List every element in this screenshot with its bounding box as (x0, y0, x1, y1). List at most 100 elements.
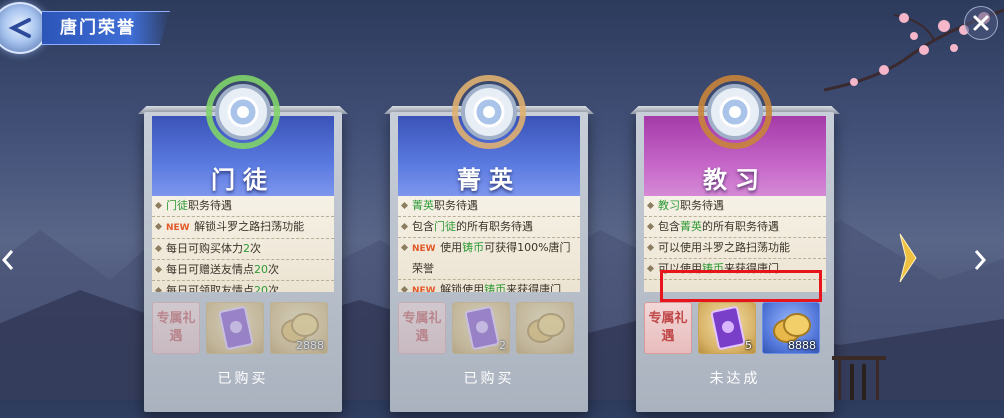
reward-row: 专属礼遇 2888 (152, 302, 334, 358)
bullet-diamond-icon (400, 285, 409, 292)
reward-quantity: 2 (499, 339, 506, 352)
perk-text-suffix: 职务待遇 (434, 199, 478, 212)
page-title: 唐门荣誉 (42, 11, 170, 45)
perk-item: 教习职务待遇 (644, 196, 826, 217)
perk-text-suffix: 职务待遇 (188, 199, 232, 212)
rank-card-instructor[interactable]: 教习 教习职务待遇 包含菁英的所有职务待遇 可以使用斗罗之路扫荡功能 可以使用铸… (630, 75, 840, 418)
perk-highlight: 教习 (658, 199, 680, 212)
exclusive-gift-label: 专属礼遇 (398, 302, 446, 354)
bullet-diamond-icon (646, 264, 655, 273)
perk-highlight: 20 (254, 263, 268, 276)
perk-text-suffix: 次 (268, 263, 279, 276)
perk-item: 可以使用斗罗之路扫荡功能 (644, 238, 826, 259)
perk-highlight: 菁英 (412, 199, 434, 212)
reward-slot[interactable] (516, 302, 574, 354)
perk-item: 包含菁英的所有职务待遇 (644, 217, 826, 238)
reward-row: 专属礼遇 5 8888 (644, 302, 826, 358)
perk-item: NEW 解锁斗罗之路扫荡功能 (152, 217, 334, 239)
lantern-stand-decoration (832, 356, 886, 400)
perk-text: 可以使用斗罗之路扫荡功能 (658, 241, 790, 254)
perk-text-suffix: 职务待遇 (680, 199, 724, 212)
card-header: 菁英 (398, 75, 580, 196)
purple-ticket-icon (218, 306, 254, 350)
perk-item: NEW 解锁使用铸币来获得唐门 (398, 280, 580, 292)
new-badge: NEW (166, 223, 190, 233)
reward-slot[interactable]: 8888 (762, 302, 820, 354)
bullet-diamond-icon (154, 244, 163, 253)
bullet-diamond-icon (646, 243, 655, 252)
back-chevron-icon (8, 18, 31, 38)
card-header: 门徒 (152, 75, 334, 196)
perk-text: 包含 (658, 220, 680, 233)
next-arrow-icon[interactable] (972, 248, 988, 272)
gold-coins-icon (527, 313, 565, 343)
back-button[interactable] (0, 2, 48, 54)
rank-emblem-icon (206, 75, 280, 149)
perk-highlight: 20 (254, 284, 268, 292)
bullet-diamond-icon (400, 243, 409, 252)
rank-name: 菁英 (457, 165, 521, 194)
perk-item: 每日可赠送友情点20次 (152, 260, 334, 281)
perk-item: 菁英职务待遇 (398, 196, 580, 217)
bullet-diamond-icon (646, 222, 655, 231)
annotation-highlight-box (660, 270, 822, 302)
reward-slot[interactable] (206, 302, 264, 354)
perk-text: 解锁使用 (440, 283, 485, 292)
reward-row: 专属礼遇 2 (398, 302, 580, 358)
close-button[interactable] (964, 6, 998, 40)
perk-item: 门徒职务待遇 (152, 196, 334, 217)
reward-quantity: 2888 (296, 339, 324, 352)
bullet-diamond-icon (154, 286, 163, 292)
new-badge: NEW (412, 286, 436, 292)
prev-arrow-icon[interactable] (0, 248, 16, 272)
perk-text: 解锁斗罗之路扫荡功能 (194, 220, 305, 233)
exclusive-gift-label: 专属礼遇 (152, 302, 200, 354)
perk-highlight: 菁英 (680, 220, 702, 233)
perk-text-suffix: 的所有职务待遇 (456, 220, 533, 233)
purchase-status[interactable]: 已购买 (152, 368, 334, 388)
perk-text: 每日可购买体力 (166, 242, 243, 255)
perk-list: 门徒职务待遇 NEW 解锁斗罗之路扫荡功能 每日可购买体力2次 每日可赠送友情点… (152, 196, 334, 292)
rank-card-elite[interactable]: 菁英 菁英职务待遇 包含门徒的所有职务待遇 NEW 使用铸币可获得100%唐门荣… (384, 75, 594, 418)
perk-item: 每日可购买体力2次 (152, 239, 334, 260)
rank-card-disciple[interactable]: 门徒 门徒职务待遇 NEW 解锁斗罗之路扫荡功能 每日可购买体力2次 每日可赠送… (138, 75, 348, 418)
perk-text-suffix: 的所有职务待遇 (702, 220, 779, 233)
perk-text-suffix: 次 (268, 284, 279, 292)
title-bar: 唐门荣誉 (0, 2, 170, 54)
reward-quantity: 5 (745, 339, 752, 352)
bullet-diamond-icon (154, 201, 163, 210)
perk-list: 菁英职务待遇 包含门徒的所有职务待遇 NEW 使用铸币可获得100%唐门荣誉 N… (398, 196, 580, 292)
perk-text: 每日可赠送友情点 (166, 263, 254, 276)
next-card-arrow-icon[interactable] (896, 232, 920, 284)
perk-text-suffix: 来获得唐门 (506, 283, 562, 292)
perk-item: 包含门徒的所有职务待遇 (398, 217, 580, 238)
new-badge: NEW (412, 244, 436, 254)
perk-highlight: 铸币 (462, 241, 485, 254)
rank-emblem-icon (698, 75, 772, 149)
perk-text: 每日可领取友情点 (166, 284, 254, 292)
bullet-diamond-icon (400, 201, 409, 210)
card-header: 教习 (644, 75, 826, 196)
rank-name: 教习 (703, 165, 767, 194)
perk-text-suffix: 次 (250, 242, 261, 255)
bullet-diamond-icon (154, 222, 163, 231)
perk-item: NEW 使用铸币可获得100%唐门荣誉 (398, 238, 580, 280)
rank-emblem-icon (452, 75, 526, 149)
perk-highlight: 铸币 (484, 283, 507, 292)
close-icon (973, 15, 989, 31)
reward-slot[interactable]: 2888 (270, 302, 328, 354)
perk-item: 每日可领取友情点20次 (152, 281, 334, 292)
reward-slot[interactable]: 2 (452, 302, 510, 354)
rank-name: 门徒 (211, 165, 275, 194)
reward-slot[interactable]: 5 (698, 302, 756, 354)
bullet-diamond-icon (646, 201, 655, 210)
perk-text: 包含 (412, 220, 434, 233)
exclusive-gift-label: 专属礼遇 (644, 302, 692, 354)
purchase-status[interactable]: 已购买 (398, 368, 580, 388)
perk-highlight: 门徒 (434, 220, 456, 233)
purchase-status[interactable]: 未达成 (644, 368, 826, 388)
bullet-diamond-icon (400, 222, 409, 231)
perk-highlight: 2 (243, 242, 250, 255)
perk-highlight: 门徒 (166, 199, 188, 212)
reward-quantity: 8888 (788, 339, 816, 352)
